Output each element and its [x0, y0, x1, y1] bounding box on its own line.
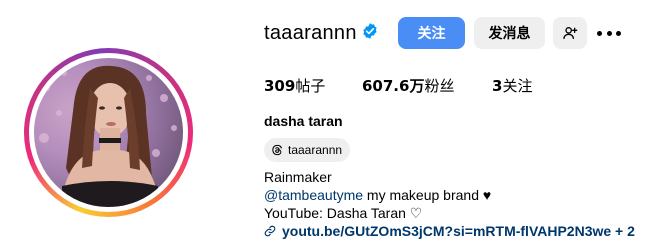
threads-badge[interactable]: taaarannn: [264, 138, 351, 162]
followers-label: 粉丝: [424, 77, 455, 95]
threads-handle: taaarannn: [288, 143, 343, 157]
avatar-photo-illustration: [39, 65, 177, 207]
followers-count[interactable]: 607.6万粉丝: [362, 76, 454, 96]
followers-value: 607.6万: [362, 77, 425, 95]
add-user-icon: [563, 27, 578, 39]
brand-mention-link[interactable]: @tambeautyme: [264, 187, 363, 203]
profile-username: taaarannn: [264, 22, 357, 44]
posts-count: 309帖子: [264, 76, 325, 96]
bio-line-2: @tambeautyme my makeup brand ♥: [264, 186, 491, 204]
more-dot: [597, 30, 602, 36]
avatar-story-ring[interactable]: [24, 48, 193, 217]
profile-full-name: dasha taran: [264, 113, 343, 129]
posts-label: 帖子: [295, 77, 326, 95]
following-count[interactable]: 3关注: [492, 76, 532, 96]
external-link[interactable]: youtu.be/GUtZOmS3jCM?si=mRTM-flVAHP2N3we…: [264, 222, 635, 240]
external-link-text: youtu.be/GUtZOmS3jCM?si=mRTM-flVAHP2N3we…: [282, 223, 635, 239]
following-value: 3: [492, 77, 503, 95]
posts-value: 309: [264, 77, 296, 95]
bio-line-2-text: my makeup brand ♥: [363, 187, 492, 203]
more-dot: [616, 30, 621, 36]
message-button[interactable]: 发消息: [474, 17, 545, 49]
more-options-icon[interactable]: [597, 25, 621, 41]
threads-icon: [272, 144, 283, 156]
following-label: 关注: [502, 77, 533, 95]
avatar[interactable]: [34, 58, 183, 207]
more-dot: [606, 30, 612, 36]
suggest-user-button[interactable]: [553, 17, 587, 49]
bio-line-1: Rainmaker: [264, 169, 332, 185]
verified-badge-icon: [363, 23, 377, 39]
bio-line-3: YouTube: Dasha Taran ♡: [264, 205, 423, 221]
follow-button[interactable]: 关注: [398, 17, 465, 49]
link-icon: [264, 225, 276, 237]
